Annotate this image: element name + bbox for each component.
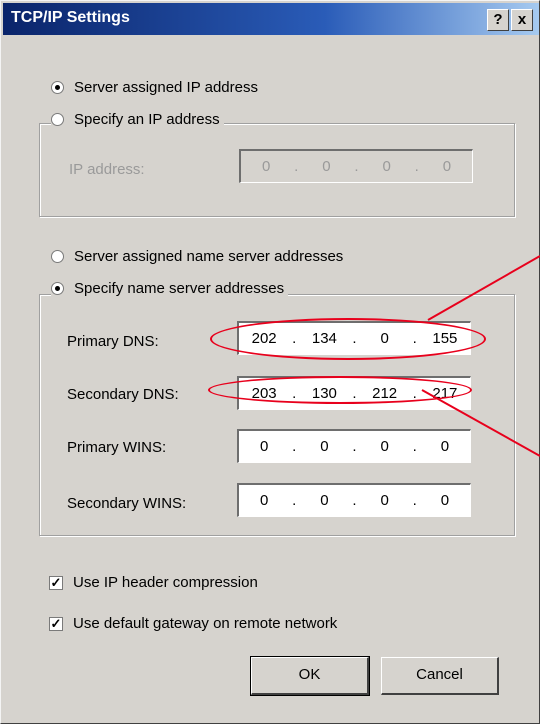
annotation-line-secondary bbox=[421, 389, 540, 457]
annotation-lines bbox=[421, 255, 540, 457]
annotation-line-primary bbox=[427, 255, 540, 321]
